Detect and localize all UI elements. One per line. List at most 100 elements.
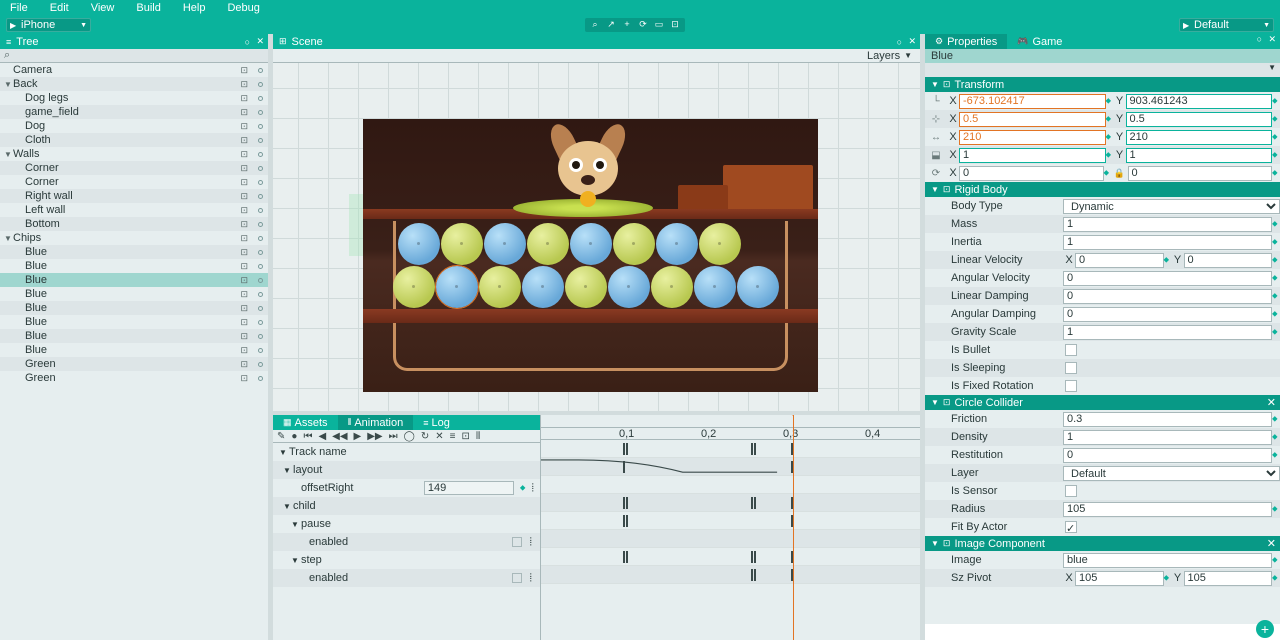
menu-edit[interactable]: Edit [50, 2, 69, 14]
anim-btn-9[interactable]: ↻ [421, 431, 429, 442]
anim-btn-0[interactable]: ✎ [277, 431, 285, 442]
menu-help[interactable]: Help [183, 2, 206, 14]
track-child[interactable]: ▼child [273, 497, 540, 515]
chip[interactable] [441, 223, 483, 265]
tree-node-cloth[interactable]: Cloth⊡ [0, 133, 268, 147]
close-icon[interactable]: ✕ [908, 36, 916, 47]
track-enabled[interactable]: enabled⦙ [273, 533, 540, 551]
ruler[interactable]: 0,10,20,30,40,50,60,7 [541, 428, 920, 440]
tree-node-camera[interactable]: Camera⊡ [0, 63, 268, 77]
tree-node-blue[interactable]: Blue⊡ [0, 245, 268, 259]
target-dropdown[interactable]: iPhone [6, 18, 91, 32]
chip[interactable] [522, 266, 564, 308]
chip[interactable] [565, 266, 607, 308]
timeline[interactable]: 0,10,20,30,40,50,60,7 [541, 415, 920, 640]
track-track-name[interactable]: ▼Track name [273, 443, 540, 461]
tree-node-blue[interactable]: Blue⊡ [0, 315, 268, 329]
tree-node-walls[interactable]: ▼Walls⊡ [0, 147, 268, 161]
menu-debug[interactable]: Debug [227, 2, 259, 14]
scene-viewport[interactable]: Layers ▼ [273, 49, 920, 411]
menu-view[interactable]: View [91, 2, 115, 14]
chip[interactable] [608, 266, 650, 308]
chip[interactable] [699, 223, 741, 265]
layers-dropdown[interactable]: Layers [867, 50, 900, 62]
tree-node-blue[interactable]: Blue⊡ [0, 287, 268, 301]
game-tab[interactable]: 🎮Game [1007, 34, 1072, 49]
game-canvas[interactable] [363, 119, 818, 392]
close-icon[interactable]: ✕ [1268, 34, 1276, 45]
anim-btn-11[interactable]: ≡ [450, 431, 456, 442]
assets-tab[interactable]: ▦Assets [273, 415, 338, 430]
animation-toolbar[interactable]: ✎●⏮◀◀◀▶▶▶⏭◯↻✕≡⊡⦀ [273, 430, 540, 443]
tree-node-blue[interactable]: Blue⊡ [0, 273, 268, 287]
tree-node-green[interactable]: Green⊡ [0, 371, 268, 385]
tags-field[interactable] [925, 63, 1280, 77]
anim-btn-4[interactable]: ◀◀ [332, 431, 347, 442]
tree-node-corner[interactable]: Corner⊡ [0, 175, 268, 189]
scene-tree[interactable]: Camera⊡▼Back⊡Dog legs⊡game_field⊡Dog⊡Clo… [0, 63, 268, 640]
tree-node-dog[interactable]: Dog⊡ [0, 119, 268, 133]
remove-icon[interactable]: ✕ [1267, 537, 1276, 550]
anim-btn-12[interactable]: ⊡ [461, 431, 469, 442]
log-tab[interactable]: ≡Log [413, 415, 460, 430]
anim-btn-5[interactable]: ▶ [354, 431, 362, 442]
tree-node-corner[interactable]: Corner⊡ [0, 161, 268, 175]
anim-btn-13[interactable]: ⦀ [476, 431, 480, 442]
chip[interactable] [527, 223, 569, 265]
track-enabled[interactable]: enabled⦙ [273, 569, 540, 587]
playhead[interactable] [793, 415, 794, 640]
menu-build[interactable]: Build [136, 2, 160, 14]
object-name[interactable]: Blue [925, 49, 1280, 63]
section-circle-collider[interactable]: ▼⊡Circle Collider✕ [925, 395, 1280, 410]
tree-node-green[interactable]: Green⊡ [0, 357, 268, 371]
anim-btn-1[interactable]: ● [291, 431, 297, 442]
anim-btn-6[interactable]: ▶▶ [367, 431, 382, 442]
chip[interactable] [613, 223, 655, 265]
anim-btn-8[interactable]: ◯ [404, 431, 415, 442]
tree-node-dog-legs[interactable]: Dog legs⊡ [0, 91, 268, 105]
tree-node-chips[interactable]: ▼Chips⊡ [0, 231, 268, 245]
minimize-icon[interactable]: ○ [1257, 34, 1262, 44]
anim-btn-10[interactable]: ✕ [435, 431, 443, 442]
bottom-tabs[interactable]: ▦Assets ⫴Animation ≡Log [273, 415, 540, 430]
anim-btn-3[interactable]: ◀ [318, 431, 326, 442]
tree-node-blue[interactable]: Blue⊡ [0, 329, 268, 343]
tree-node-bottom[interactable]: Bottom⊡ [0, 217, 268, 231]
tree-search[interactable] [0, 49, 268, 63]
section-rigid-body[interactable]: ▼⊡Rigid Body [925, 182, 1280, 197]
tree-node-game_field[interactable]: game_field⊡ [0, 105, 268, 119]
tool-1[interactable]: ↗ [604, 19, 618, 31]
chip[interactable] [656, 223, 698, 265]
chip[interactable] [436, 266, 478, 308]
anim-btn-7[interactable]: ⏭ [389, 431, 398, 442]
tree-node-left-wall[interactable]: Left wall⊡ [0, 203, 268, 217]
tool-5[interactable]: ⊡ [668, 19, 682, 31]
minimize-icon[interactable]: ○ [245, 37, 250, 47]
menu-file[interactable]: File [10, 2, 28, 14]
menubar[interactable]: File Edit View Build Help Debug [0, 0, 1280, 16]
section-transform[interactable]: ▼⊡Transform [925, 77, 1280, 92]
chip[interactable] [737, 266, 779, 308]
animation-tab[interactable]: ⫴Animation [338, 415, 414, 430]
tool-4[interactable]: ▭ [652, 19, 666, 31]
track-step[interactable]: ▼step [273, 551, 540, 569]
chip[interactable] [694, 266, 736, 308]
tool-2[interactable]: + [620, 19, 634, 31]
remove-icon[interactable]: ✕ [1267, 396, 1276, 409]
anim-btn-2[interactable]: ⏮ [303, 431, 312, 442]
tree-node-blue[interactable]: Blue⊡ [0, 343, 268, 357]
track-offsetright[interactable]: offsetRight⬥⦙ [273, 479, 540, 497]
tree-node-blue[interactable]: Blue⊡ [0, 259, 268, 273]
tree-node-back[interactable]: ▼Back⊡ [0, 77, 268, 91]
chip[interactable] [479, 266, 521, 308]
chip[interactable] [651, 266, 693, 308]
section-image-component[interactable]: ▼⊡Image Component✕ [925, 536, 1280, 551]
close-icon[interactable]: ✕ [256, 36, 264, 47]
tree-node-right-wall[interactable]: Right wall⊡ [0, 189, 268, 203]
track-pause[interactable]: ▼pause [273, 515, 540, 533]
properties-tab[interactable]: ⚙Properties [925, 34, 1007, 49]
chip[interactable] [570, 223, 612, 265]
track-layout[interactable]: ▼layout [273, 461, 540, 479]
add-component-button[interactable]: + [1256, 620, 1274, 638]
tree-node-blue[interactable]: Blue⊡ [0, 301, 268, 315]
